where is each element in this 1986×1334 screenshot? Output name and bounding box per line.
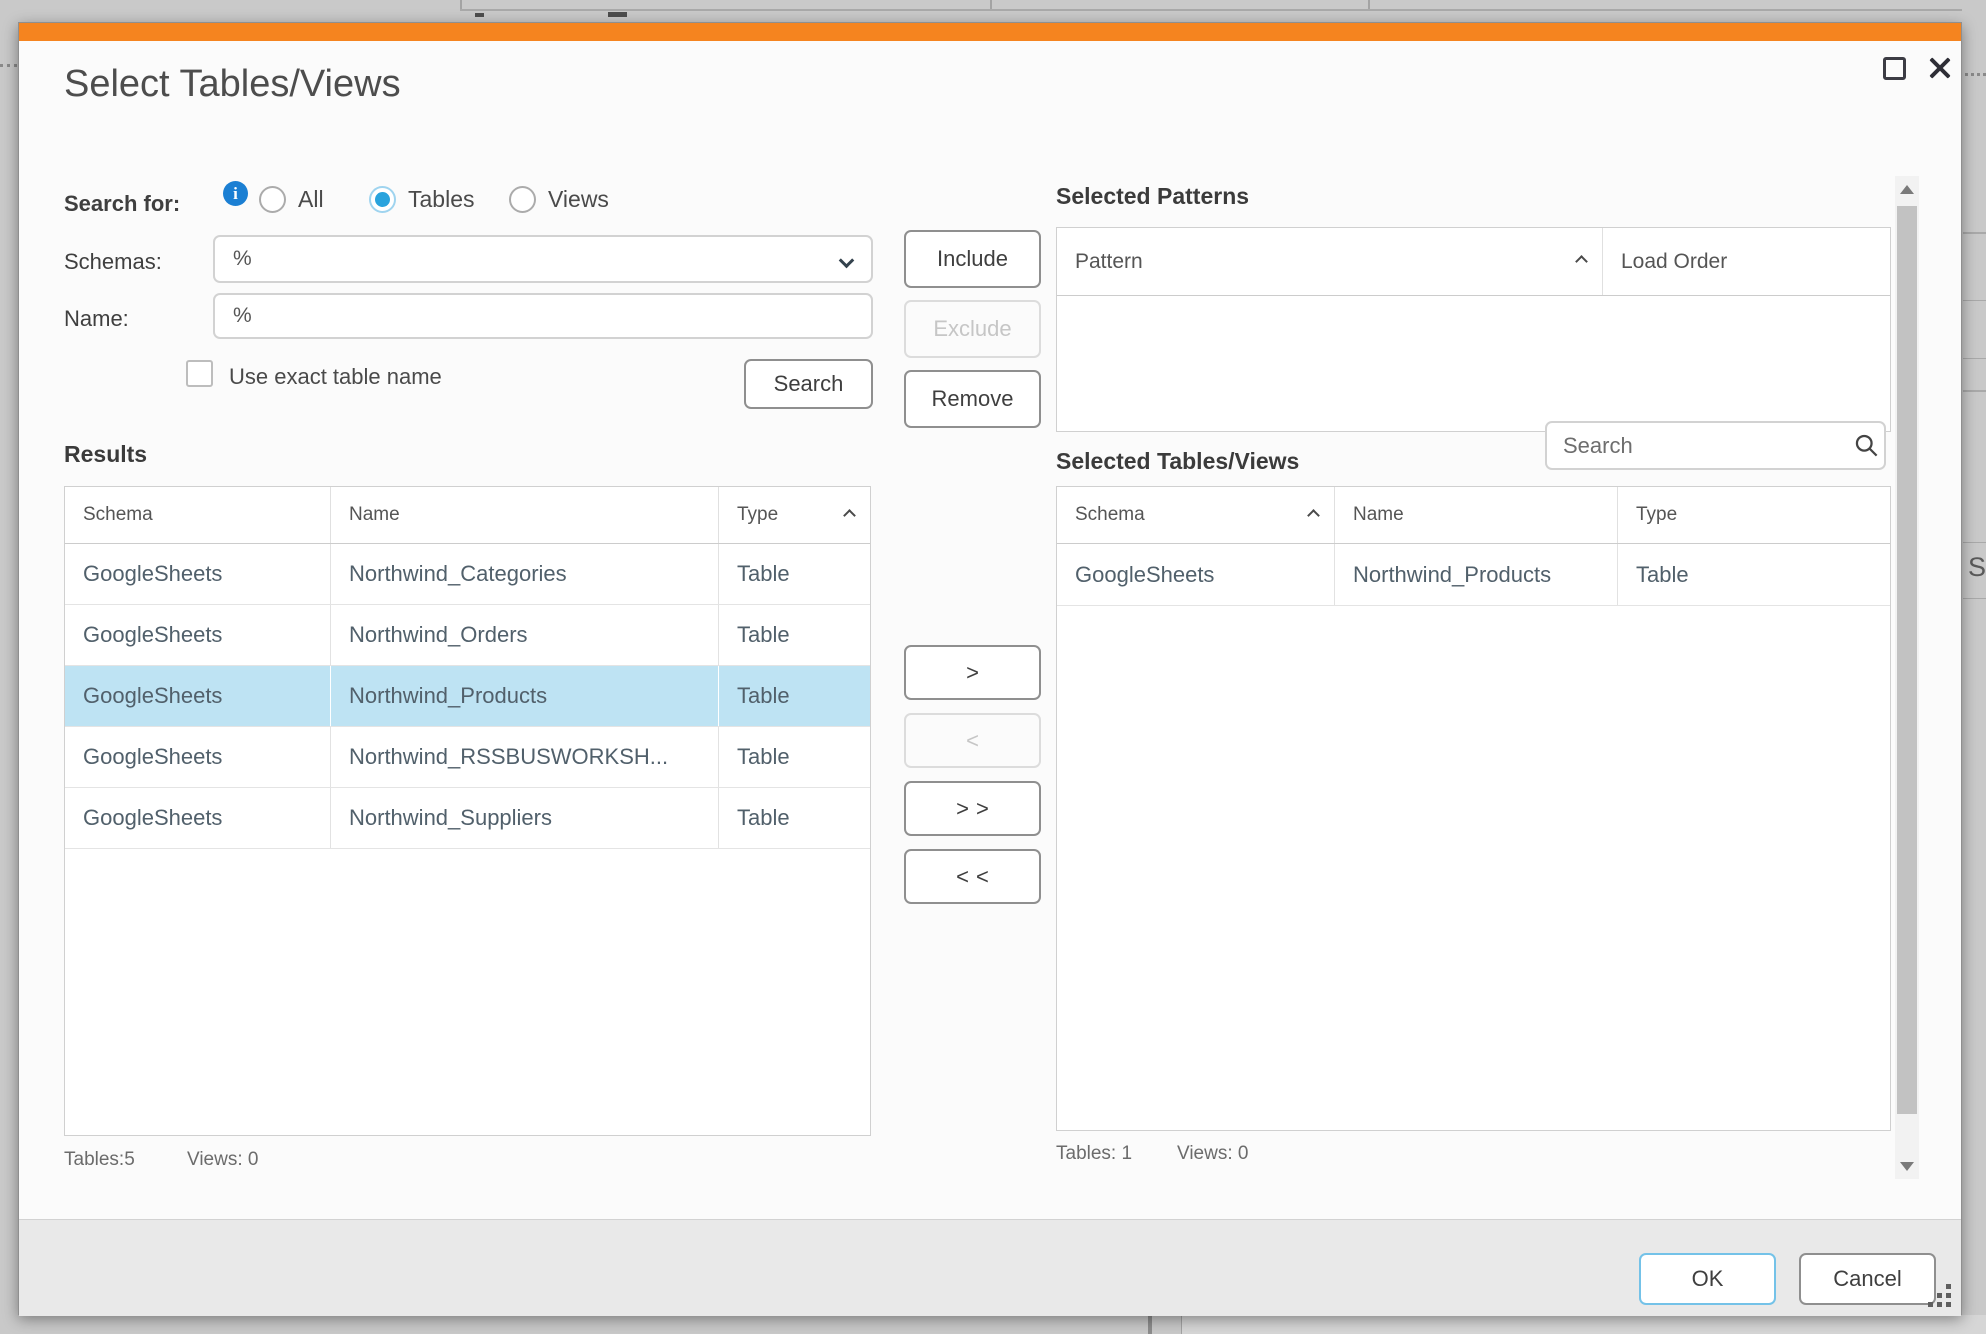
dialog-accent-bar <box>19 23 1961 41</box>
exact-table-name-checkbox[interactable] <box>186 360 213 387</box>
resize-grip[interactable] <box>1946 1302 1951 1307</box>
background-divider <box>1181 1315 1182 1334</box>
exclude-button[interactable]: Exclude <box>904 300 1041 358</box>
results-header-row: Schema Name Type <box>65 487 870 544</box>
sort-ascending-icon <box>1307 509 1320 522</box>
include-button[interactable]: Include <box>904 230 1041 288</box>
column-header-schema[interactable]: Schema <box>1057 487 1335 543</box>
move-all-left-button[interactable]: << <box>904 849 1041 904</box>
close-icon[interactable] <box>1925 53 1955 83</box>
sort-ascending-icon <box>843 509 856 522</box>
background-mark <box>475 13 484 17</box>
info-icon[interactable]: i <box>223 181 248 206</box>
name-input[interactable] <box>213 293 873 339</box>
move-all-right-button[interactable]: >> <box>904 781 1041 836</box>
background-divider <box>1963 390 1986 392</box>
column-header-type[interactable]: Type <box>719 487 870 543</box>
column-header-type[interactable]: Type <box>1618 487 1890 543</box>
radio-tables-label: Tables <box>408 186 474 213</box>
results-heading: Results <box>64 441 147 468</box>
background-divider <box>460 9 1962 11</box>
radio-views-circle <box>509 186 536 213</box>
exact-table-name-label[interactable]: Use exact table name <box>229 364 442 390</box>
schemas-select[interactable] <box>213 235 873 283</box>
background-divider <box>1963 598 1986 599</box>
select-tables-views-dialog: Select Tables/Views Search for: i All Ta… <box>18 22 1962 1315</box>
results-table: Schema Name Type GoogleSheets Northwind_… <box>64 486 871 1136</box>
column-header-pattern[interactable]: Pattern <box>1057 228 1603 295</box>
background-divider <box>1963 542 1986 543</box>
selected-header-row: Schema Name Type <box>1057 487 1890 544</box>
patterns-header-row: Pattern Load Order <box>1057 228 1890 296</box>
table-row[interactable]: GoogleSheets Northwind_Categories Table <box>65 544 870 605</box>
background-divider <box>1963 232 1986 234</box>
cancel-button[interactable]: Cancel <box>1799 1253 1936 1305</box>
screen: S Select Tables/Views Search for: i All … <box>0 0 1986 1334</box>
radio-all-circle <box>259 186 286 213</box>
remove-button[interactable]: Remove <box>904 370 1041 428</box>
background-dotted-line <box>1965 73 1986 76</box>
move-left-button[interactable]: < <box>904 713 1041 768</box>
table-row[interactable]: GoogleSheets Northwind_Products Table <box>1057 544 1890 606</box>
background-panel <box>1182 1315 1986 1334</box>
background-divider <box>1148 1315 1152 1334</box>
background-divider <box>1963 358 1986 359</box>
selected-tables-table: Schema Name Type GoogleSheets Northwind_… <box>1056 486 1891 1131</box>
selected-tables-heading: Selected Tables/Views <box>1056 448 1299 475</box>
maximize-icon[interactable] <box>1883 57 1906 80</box>
move-right-button[interactable]: > <box>904 645 1041 700</box>
scroll-down-icon[interactable] <box>1895 1153 1919 1179</box>
column-header-schema[interactable]: Schema <box>65 487 331 543</box>
results-tables-count: Tables:5 <box>64 1149 135 1171</box>
background-dotted-line <box>0 64 17 67</box>
scrollbar-thumb[interactable] <box>1897 206 1917 1114</box>
ok-button[interactable]: OK <box>1639 1253 1776 1305</box>
selected-patterns-table: Pattern Load Order <box>1056 227 1891 432</box>
radio-tables[interactable]: Tables <box>369 186 474 213</box>
selected-views-count: Views: 0 <box>1177 1143 1248 1165</box>
search-button[interactable]: Search <box>744 359 873 409</box>
search-input[interactable] <box>1547 432 1853 460</box>
vertical-scrollbar[interactable] <box>1895 176 1919 1179</box>
background-mark <box>608 12 627 17</box>
name-label: Name: <box>64 306 129 332</box>
table-row[interactable]: GoogleSheets Northwind_Suppliers Table <box>65 788 870 849</box>
table-row[interactable]: GoogleSheets Northwind_RSSBUSWORKSH... T… <box>65 727 870 788</box>
table-row-selected[interactable]: GoogleSheets Northwind_Products Table <box>65 666 870 727</box>
radio-tables-circle <box>369 186 396 213</box>
selected-tables-search <box>1545 421 1886 470</box>
dialog-footer: OK Cancel <box>19 1219 1961 1316</box>
radio-views-label: Views <box>548 186 609 213</box>
radio-views[interactable]: Views <box>509 186 609 213</box>
radio-all-label: All <box>298 186 324 213</box>
background-partial-text: S <box>1968 552 1986 583</box>
dialog-title: Select Tables/Views <box>64 63 401 106</box>
column-header-name[interactable]: Name <box>1335 487 1618 543</box>
selected-patterns-heading: Selected Patterns <box>1056 183 1249 210</box>
table-row[interactable]: GoogleSheets Northwind_Orders Table <box>65 605 870 666</box>
results-views-count: Views: 0 <box>187 1149 258 1171</box>
schemas-label: Schemas: <box>64 249 162 275</box>
radio-all[interactable]: All <box>259 186 324 213</box>
background-divider <box>1963 300 1986 301</box>
sort-ascending-icon <box>1575 255 1588 268</box>
column-header-load-order[interactable]: Load Order <box>1603 228 1890 295</box>
selected-tables-count: Tables: 1 <box>1056 1143 1132 1165</box>
search-icon[interactable] <box>1853 432 1880 459</box>
search-for-label: Search for: <box>64 191 180 217</box>
column-header-name[interactable]: Name <box>331 487 719 543</box>
scroll-up-icon[interactable] <box>1895 176 1919 202</box>
